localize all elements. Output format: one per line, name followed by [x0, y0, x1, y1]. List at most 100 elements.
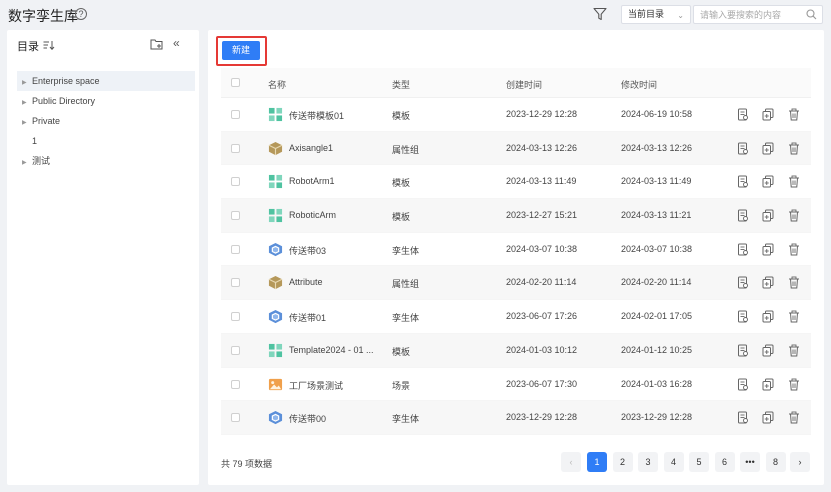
row-type: 场景 [392, 380, 411, 391]
copy-icon[interactable] [762, 276, 774, 289]
copy-icon[interactable] [762, 209, 774, 222]
table-row[interactable]: 传送带00 孪生体 2023-12-29 12:28 2023-12-29 12:28 [221, 401, 811, 435]
detail-icon[interactable] [737, 175, 749, 188]
caret-right-icon[interactable]: ▶ [22, 153, 32, 173]
copy-icon[interactable] [762, 175, 774, 188]
page-button[interactable]: 8 [765, 452, 786, 472]
new-folder-icon[interactable] [150, 38, 163, 50]
caret-right-icon[interactable]: ▶ [22, 93, 32, 113]
detail-icon[interactable] [737, 142, 749, 155]
table-row[interactable]: Attribute 属性组 2024-02-20 11:14 2024-02-20 1… [221, 266, 811, 301]
row-checkbox[interactable] [231, 143, 240, 153]
table-row[interactable]: Template2024 - 01 ... 模板 2024-01-03 10:12 2… [221, 333, 811, 368]
copy-icon[interactable] [762, 411, 774, 424]
row-checkbox[interactable] [231, 211, 240, 221]
search-input[interactable] [694, 6, 804, 23]
row-name[interactable]: 传送带01 [289, 311, 326, 324]
tree-item-label: Enterprise space [32, 76, 100, 86]
row-checkbox[interactable] [231, 244, 240, 254]
row-checkbox[interactable] [231, 379, 240, 389]
table-row[interactable]: 传送带模板01 模板 2023-12-29 12:28 2024-06-19 10:5… [221, 98, 811, 132]
copy-icon[interactable] [762, 108, 774, 121]
row-name[interactable]: Template2024 - 01 ... [289, 345, 374, 355]
delete-icon[interactable] [788, 411, 800, 424]
select-all-checkbox[interactable] [231, 78, 240, 87]
table-row[interactable]: Axisangle1 属性组 2024-03-13 12:26 2024-03-13 … [221, 131, 811, 166]
page-button[interactable]: 1 [587, 452, 607, 472]
delete-icon[interactable] [788, 175, 800, 188]
page-title: 数字孪生库 [8, 8, 78, 24]
row-checkbox[interactable] [231, 278, 240, 288]
row-name[interactable]: Axisangle1 [289, 143, 333, 153]
row-created-time: 2023-12-29 12:28 [506, 412, 578, 423]
table-row[interactable]: RoboticArm 模板 2023-12-27 15:21 2024-03-13 1… [221, 199, 811, 233]
copy-icon[interactable] [762, 344, 774, 357]
more-pages-button[interactable]: ••• [740, 452, 760, 472]
tree-item-1[interactable]: 1 [17, 131, 195, 151]
row-checkbox[interactable] [231, 413, 240, 423]
row-checkbox[interactable] [231, 345, 240, 355]
row-name[interactable]: 工厂场景测试 [289, 379, 343, 392]
row-name[interactable]: RobotArm1 [289, 176, 335, 186]
row-name[interactable]: 传送带00 [289, 412, 326, 425]
delete-icon[interactable] [788, 209, 800, 222]
delete-icon[interactable] [788, 378, 800, 391]
row-name[interactable]: RoboticArm [289, 210, 336, 220]
search-icon[interactable] [806, 9, 817, 20]
page-button[interactable]: 2 [612, 452, 633, 472]
table-row[interactable]: RobotArm1 模板 2024-03-13 11:49 2024-03-13 11… [221, 165, 811, 200]
next-page-button[interactable]: › [790, 452, 810, 472]
row-created-time: 2024-03-13 12:26 [506, 142, 578, 153]
caret-right-icon[interactable]: ▶ [22, 73, 32, 93]
row-modified-time: 2024-01-12 10:25 [621, 344, 693, 355]
delete-icon[interactable] [788, 243, 800, 256]
help-icon[interactable]: ? [75, 8, 87, 20]
tree-item-public-directory[interactable]: ▶ Public Directory [17, 91, 195, 111]
collapse-sidebar-icon[interactable]: « [173, 36, 180, 50]
tree-item-enterprise-space[interactable]: ▶ Enterprise space [17, 71, 195, 91]
table-row[interactable]: 传送带01 孪生体 2023-06-07 17:26 2024-02-01 17:05 [221, 300, 811, 334]
page-button[interactable]: 5 [689, 452, 709, 472]
copy-icon[interactable] [762, 243, 774, 256]
row-name[interactable]: 传送带模板01 [289, 109, 344, 122]
tree-item-label: 测试 [32, 156, 51, 166]
row-name[interactable]: Attribute [289, 277, 323, 287]
row-checkbox[interactable] [231, 177, 240, 187]
delete-icon[interactable] [788, 108, 800, 121]
new-button[interactable]: 新建 [222, 41, 260, 60]
row-checkbox[interactable] [231, 110, 240, 119]
detail-icon[interactable] [737, 310, 749, 323]
column-header-name: 名称 [268, 80, 287, 90]
filter-icon[interactable] [593, 7, 607, 21]
table-row[interactable]: 传送带03 孪生体 2024-03-07 10:38 2024-03-07 10:38 [221, 233, 811, 267]
row-checkbox[interactable] [231, 312, 240, 322]
page-button[interactable]: 4 [663, 452, 684, 472]
delete-icon[interactable] [788, 142, 800, 155]
asset-table: 名称 类型 创建时间 修改时间 传送带模板01 模板 2023-12-29 12:2… [221, 68, 811, 435]
copy-icon[interactable] [762, 142, 774, 155]
caret-right-icon[interactable]: ▶ [22, 113, 32, 133]
scope-select[interactable]: 当前目录 ⌄ [621, 5, 691, 24]
detail-icon[interactable] [737, 108, 749, 121]
sort-icon[interactable] [43, 40, 55, 50]
row-created-time: 2024-02-20 11:14 [506, 277, 577, 288]
row-name[interactable]: 传送带03 [289, 244, 326, 257]
copy-icon[interactable] [762, 310, 774, 323]
page-button[interactable]: 6 [714, 452, 735, 472]
delete-icon[interactable] [788, 344, 800, 357]
prev-page-button[interactable]: ‹ [561, 452, 581, 472]
detail-icon[interactable] [737, 209, 749, 222]
tree-item-test[interactable]: ▶ 测试 [17, 151, 195, 171]
copy-icon[interactable] [762, 378, 774, 391]
delete-icon[interactable] [788, 276, 800, 289]
detail-icon[interactable] [737, 276, 749, 289]
row-type: 孪生体 [392, 414, 420, 425]
table-row[interactable]: 工厂场景测试 场景 2023-06-07 17:30 2024-01-03 16:28 [221, 368, 811, 402]
detail-icon[interactable] [737, 344, 749, 357]
detail-icon[interactable] [737, 243, 749, 256]
tree-item-private[interactable]: ▶ Private [17, 111, 195, 131]
detail-icon[interactable] [737, 411, 749, 424]
detail-icon[interactable] [737, 378, 749, 391]
page-button[interactable]: 3 [638, 452, 658, 472]
delete-icon[interactable] [788, 310, 800, 323]
